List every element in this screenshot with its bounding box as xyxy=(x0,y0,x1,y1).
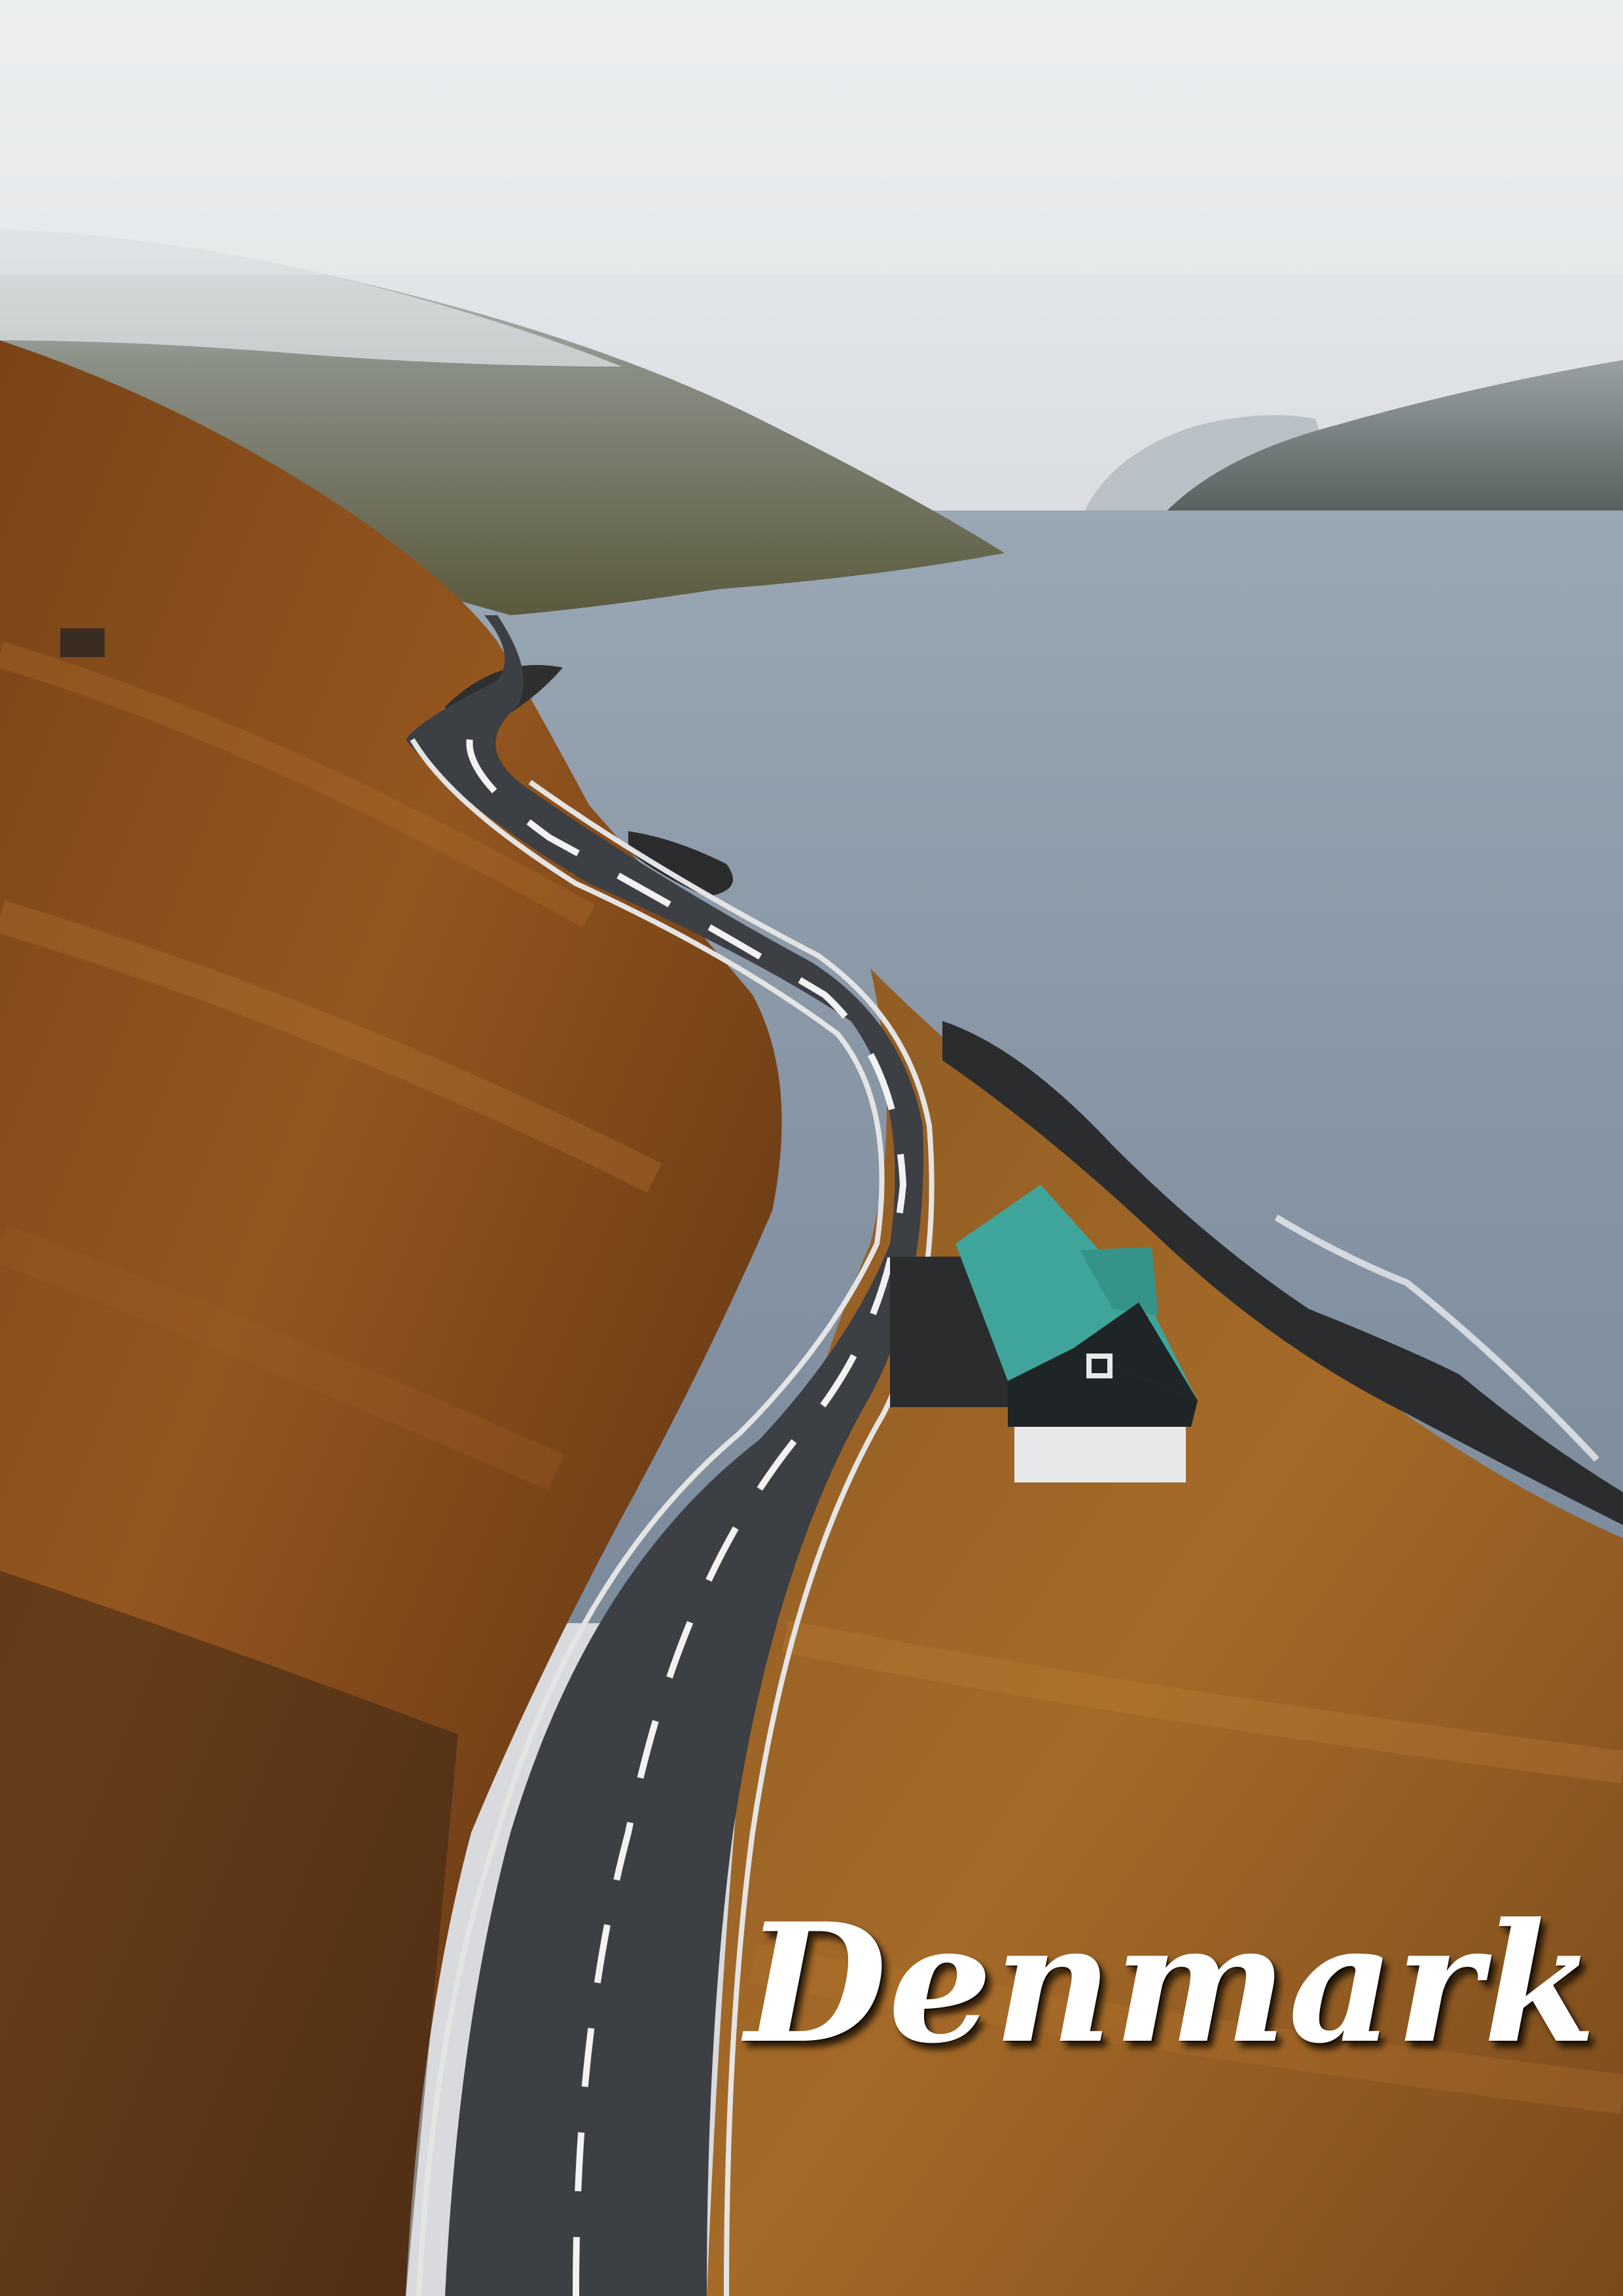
house-window-pane xyxy=(1092,1359,1107,1373)
poster-title: Denmark xyxy=(745,1887,1598,2079)
poster: Denmark xyxy=(0,0,1623,2296)
house-base xyxy=(1014,1427,1186,1482)
small-hut xyxy=(60,628,105,657)
fog-overlay xyxy=(0,0,1623,275)
